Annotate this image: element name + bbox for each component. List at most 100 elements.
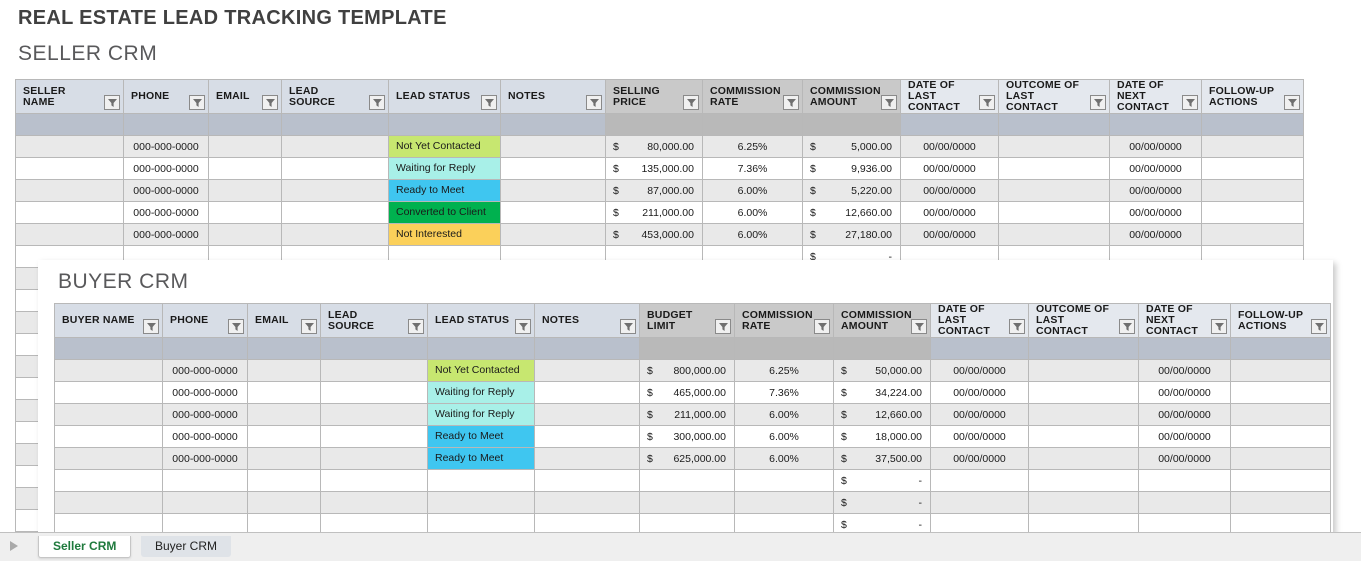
cell-outcome-last-contact[interactable] [1028, 381, 1139, 404]
cell-lead-source[interactable] [320, 403, 428, 426]
filter-funnel-icon[interactable] [262, 95, 278, 110]
cell-date-last-contact[interactable]: 00/00/0000 [900, 223, 999, 246]
cell-price[interactable]: $300,000.00 [639, 425, 735, 448]
cell-date-next-contact[interactable]: 00/00/0000 [1109, 201, 1202, 224]
cell-lead-status[interactable]: Ready to Meet [388, 179, 501, 202]
cell-outcome-last-contact[interactable] [998, 135, 1110, 158]
cell-outcome-last-contact[interactable] [1028, 447, 1139, 470]
cell-lead-source[interactable] [320, 491, 428, 514]
cell-lead-source[interactable] [320, 425, 428, 448]
cell-commission-rate[interactable] [734, 469, 834, 492]
cell-email[interactable] [208, 157, 282, 180]
cell-notes[interactable] [534, 447, 640, 470]
cell-price[interactable]: $135,000.00 [605, 157, 703, 180]
cell-lead-source[interactable] [281, 201, 389, 224]
cell-commission-rate[interactable]: 6.25% [702, 135, 803, 158]
cell-date-last-contact[interactable]: 00/00/0000 [900, 135, 999, 158]
filter-funnel-icon[interactable] [515, 319, 531, 334]
filter-funnel-icon[interactable] [620, 319, 636, 334]
cell-lead-source[interactable] [281, 135, 389, 158]
cell-date-next-contact[interactable]: 00/00/0000 [1109, 223, 1202, 246]
cell-commission-amount[interactable]: $5,220.00 [802, 179, 901, 202]
cell-date-next-contact[interactable] [1138, 469, 1231, 492]
cell-commission-amount[interactable]: $12,660.00 [802, 201, 901, 224]
cell-phone[interactable]: 000-000-0000 [162, 359, 248, 382]
cell-phone[interactable]: 000-000-0000 [123, 157, 209, 180]
cell-price[interactable]: $211,000.00 [605, 201, 703, 224]
cell-followup-actions[interactable] [1230, 447, 1331, 470]
cell-phone[interactable]: 000-000-0000 [123, 179, 209, 202]
cell-price[interactable]: $625,000.00 [639, 447, 735, 470]
cell-date-next-contact[interactable]: 00/00/0000 [1109, 179, 1202, 202]
cell-date-next-contact[interactable]: 00/00/0000 [1138, 425, 1231, 448]
table-row[interactable]: 000-000-0000 Waiting for Reply $465,000.00… [54, 381, 1331, 404]
cell-name[interactable] [15, 179, 124, 202]
cell-notes[interactable] [534, 425, 640, 448]
cell-name[interactable] [15, 223, 124, 246]
table-row[interactable]: 000-000-0000 Ready to Meet $625,000.00 6.00… [54, 447, 1331, 470]
cell-price[interactable]: $211,000.00 [639, 403, 735, 426]
filter-funnel-icon[interactable] [228, 319, 244, 334]
cell-commission-rate[interactable]: 7.36% [734, 381, 834, 404]
table-row[interactable]: 000-000-0000 Ready to Meet $87,000.00 6.00%… [15, 179, 1304, 202]
cell-notes[interactable] [500, 223, 606, 246]
filter-funnel-icon[interactable] [586, 95, 602, 110]
cell-lead-source[interactable] [281, 179, 389, 202]
table-row[interactable]: 000-000-0000 Not Yet Contacted $800,000.00… [54, 359, 1331, 382]
cell-price[interactable]: $453,000.00 [605, 223, 703, 246]
filter-funnel-icon[interactable] [1211, 319, 1227, 334]
cell-lead-status[interactable]: Converted to Client [388, 201, 501, 224]
filter-funnel-icon[interactable] [408, 319, 424, 334]
cell-email[interactable] [247, 447, 321, 470]
cell-phone[interactable]: 000-000-0000 [162, 381, 248, 404]
cell-notes[interactable] [500, 157, 606, 180]
cell-followup-actions[interactable] [1201, 201, 1304, 224]
cell-commission-rate[interactable]: 6.00% [702, 223, 803, 246]
cell-date-last-contact[interactable]: 00/00/0000 [930, 447, 1029, 470]
filter-funnel-icon[interactable] [369, 95, 385, 110]
cell-email[interactable] [208, 201, 282, 224]
cell-price[interactable]: $87,000.00 [605, 179, 703, 202]
cell-notes[interactable] [534, 403, 640, 426]
table-row[interactable]: 000-000-0000 Waiting for Reply $211,000.00… [54, 403, 1331, 426]
cell-name[interactable] [54, 491, 163, 514]
cell-phone[interactable]: 000-000-0000 [162, 447, 248, 470]
cell-email[interactable] [208, 179, 282, 202]
cell-lead-source[interactable] [281, 223, 389, 246]
table-row[interactable]: $- [54, 469, 1331, 492]
cell-commission-amount[interactable]: $18,000.00 [833, 425, 931, 448]
cell-name[interactable] [54, 403, 163, 426]
cell-followup-actions[interactable] [1230, 491, 1331, 514]
cell-outcome-last-contact[interactable] [1028, 425, 1139, 448]
sheet-tab-buyer-crm[interactable]: Buyer CRM [141, 536, 232, 557]
filter-funnel-icon[interactable] [1090, 95, 1106, 110]
cell-price[interactable]: $80,000.00 [605, 135, 703, 158]
cell-lead-status[interactable]: Not Interested [388, 223, 501, 246]
filter-funnel-icon[interactable] [783, 95, 799, 110]
cell-date-next-contact[interactable]: 00/00/0000 [1138, 381, 1231, 404]
cell-commission-amount[interactable]: $27,180.00 [802, 223, 901, 246]
cell-date-next-contact[interactable]: 00/00/0000 [1138, 447, 1231, 470]
filter-funnel-icon[interactable] [814, 319, 830, 334]
table-row[interactable]: 000-000-0000 Not Interested $453,000.00 6.0… [15, 223, 1304, 246]
cell-phone[interactable]: 000-000-0000 [123, 201, 209, 224]
cell-email[interactable] [247, 403, 321, 426]
cell-followup-actions[interactable] [1201, 135, 1304, 158]
cell-lead-status[interactable]: Ready to Meet [427, 425, 535, 448]
cell-followup-actions[interactable] [1230, 425, 1331, 448]
cell-email[interactable] [247, 469, 321, 492]
cell-date-next-contact[interactable]: 00/00/0000 [1138, 359, 1231, 382]
cell-date-last-contact[interactable]: 00/00/0000 [930, 359, 1029, 382]
cell-date-next-contact[interactable]: 00/00/0000 [1109, 157, 1202, 180]
filter-funnel-icon[interactable] [301, 319, 317, 334]
cell-lead-source[interactable] [320, 359, 428, 382]
cell-lead-status[interactable] [427, 469, 535, 492]
cell-followup-actions[interactable] [1201, 179, 1304, 202]
cell-lead-status[interactable]: Waiting for Reply [427, 381, 535, 404]
filter-funnel-icon[interactable] [1009, 319, 1025, 334]
table-row[interactable]: 000-000-0000 Ready to Meet $300,000.00 6.00… [54, 425, 1331, 448]
table-row[interactable]: 000-000-0000 Waiting for Reply $135,000.00… [15, 157, 1304, 180]
cell-lead-status[interactable]: Not Yet Contacted [427, 359, 535, 382]
cell-commission-amount[interactable]: $- [833, 469, 931, 492]
cell-notes[interactable] [534, 381, 640, 404]
